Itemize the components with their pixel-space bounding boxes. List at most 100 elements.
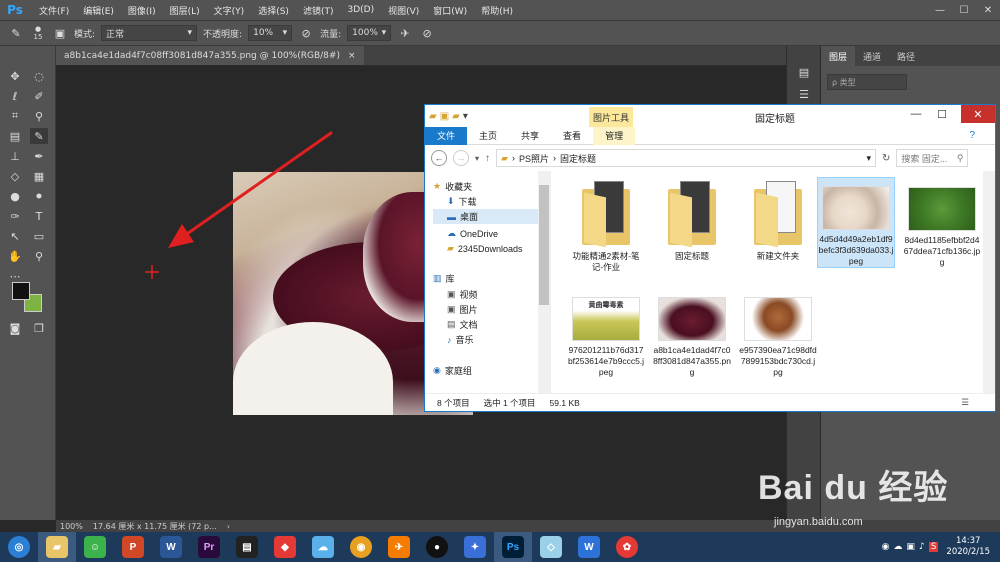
breadcrumb-current[interactable]: 固定标题 [560, 152, 596, 165]
start-button[interactable]: ◎ [0, 532, 38, 562]
minimize-button[interactable]: — [903, 105, 929, 123]
brush-tool-icon[interactable]: ✎ [30, 128, 48, 144]
menu-image[interactable]: 图像(I) [121, 4, 163, 17]
taskbar-app-cloud[interactable]: ☁ [304, 532, 342, 562]
file-item[interactable]: e957390ea71c98dfd7899153bdc730cd.jpg [739, 289, 817, 378]
file-item[interactable]: a8b1ca4e1dad4f7c08ff3081d847a355.png [653, 289, 731, 378]
app-tray-icon[interactable]: ▣ [906, 542, 915, 552]
nav-desktop[interactable]: ▬ 桌面 [433, 209, 543, 224]
file-list-scrollbar[interactable] [983, 171, 995, 393]
help-icon[interactable]: ? [969, 130, 975, 141]
taskbar-app-bird[interactable]: ✦ [456, 532, 494, 562]
file-item-selected[interactable]: 4d5d4d49a2eb1df9befc3f3d639da033.jpeg [817, 177, 895, 268]
file-item[interactable]: 固定标题 [653, 179, 731, 262]
brush-preset-icon[interactable]: ● 15 [30, 25, 46, 41]
rectangle-icon[interactable]: ▭ [30, 228, 48, 244]
document-tab[interactable]: a8b1ca4e1dad4f7c08ff3081d847a355.png @ 1… [56, 46, 364, 65]
maximize-button[interactable]: ☐ [952, 5, 976, 16]
crop-tool-icon[interactable]: ⌗ [6, 108, 24, 124]
file-item[interactable]: 新建文件夹 [739, 179, 817, 262]
close-button[interactable]: ✕ [961, 105, 995, 123]
opacity-field[interactable]: 10% ▾ [248, 25, 293, 41]
menu-help[interactable]: 帮助(H) [474, 4, 520, 17]
quick-select-icon[interactable]: ✐ [30, 88, 48, 104]
airbrush-icon[interactable]: ✈ [397, 25, 413, 41]
screen-mode-icon[interactable]: ❐ [30, 320, 48, 336]
nav-music[interactable]: ♪ 音乐 [447, 332, 474, 347]
stamp-tool-icon[interactable]: ⊥ [6, 148, 24, 164]
marquee-tool-icon[interactable]: ◌ [30, 68, 48, 84]
layer-filter-select[interactable]: ρ 类型 [827, 74, 907, 90]
volume-icon[interactable]: ♪ [919, 542, 925, 552]
file-item[interactable]: 黄曲霉毒素 976201211b76d317bf253614e7b9ccc5.j… [567, 289, 645, 378]
taskbar-app-orange[interactable]: ✈ [380, 532, 418, 562]
brush-tool-icon[interactable]: ✎ [8, 25, 24, 41]
nav-favorites[interactable]: ★ 收藏夹 [433, 179, 472, 194]
nav-scrollbar[interactable] [538, 171, 550, 393]
minimize-button[interactable]: — [928, 5, 952, 16]
taskbar-qq[interactable]: ● [418, 532, 456, 562]
chevron-down-icon[interactable]: ▾ [866, 153, 871, 164]
breadcrumb-ps-photos[interactable]: PS照片 [519, 152, 549, 165]
status-arrow-icon[interactable]: › [227, 522, 230, 531]
nav-documents[interactable]: ▤ 文档 [447, 317, 478, 332]
history-brush-icon[interactable]: ✒ [30, 148, 48, 164]
menu-file[interactable]: 文件(F) [32, 4, 76, 17]
zoom-level[interactable]: 100% [60, 522, 83, 531]
address-bar[interactable]: ▰ › PS照片 › 固定标题 ▾ [496, 149, 877, 167]
quick-mask-icon[interactable]: ◙ [6, 320, 24, 336]
nav-scrollbar-thumb[interactable] [539, 185, 549, 305]
blur-icon[interactable]: ● [6, 188, 24, 204]
nav-videos[interactable]: ▣ 视频 [447, 287, 478, 302]
pressure-size-icon[interactable]: ⊘ [419, 25, 435, 41]
move-tool-icon[interactable]: ✥ [6, 68, 24, 84]
ribbon-tab-share[interactable]: 共享 [509, 127, 551, 145]
menu-type[interactable]: 文字(Y) [207, 4, 252, 17]
properties-panel-icon[interactable]: ☰ [795, 86, 813, 102]
close-button[interactable]: ✕ [976, 5, 1000, 16]
taskbar-explorer[interactable]: ▰ [38, 532, 76, 562]
lasso-tool-icon[interactable]: ℓ [6, 88, 24, 104]
refresh-icon[interactable]: ↻ [882, 153, 890, 164]
nav-2345downloads[interactable]: ▰ 2345Downloads [447, 241, 522, 256]
menu-view[interactable]: 视图(V) [381, 4, 426, 17]
eyedropper-icon[interactable]: ⚲ [30, 108, 48, 124]
properties-icon[interactable]: ▣ [440, 111, 449, 122]
taskbar-word[interactable]: W [152, 532, 190, 562]
taskbar-app-red[interactable]: ◆ [266, 532, 304, 562]
dodge-icon[interactable]: ⚫ [30, 188, 48, 204]
details-view-icon[interactable]: ☰ [961, 397, 969, 408]
cloud-icon[interactable]: ☁ [893, 542, 902, 552]
foreground-color[interactable] [12, 282, 30, 300]
nav-onedrive[interactable]: ☁ OneDrive [447, 226, 498, 241]
back-icon[interactable]: ← [431, 150, 447, 166]
eraser-icon[interactable]: ◇ [6, 168, 24, 184]
menu-layer[interactable]: 图层(L) [163, 4, 207, 17]
taskbar-powerpoint[interactable]: P [114, 532, 152, 562]
input-method-icon[interactable]: S [928, 542, 939, 552]
path-select-icon[interactable]: ↖ [6, 228, 24, 244]
ribbon-tab-home[interactable]: 主页 [467, 127, 509, 145]
hand-icon[interactable]: ✋ [6, 248, 24, 264]
tab-channels[interactable]: 通道 [855, 50, 889, 63]
recent-locations-icon[interactable]: ▾ [475, 154, 479, 163]
menu-window[interactable]: 窗口(W) [426, 4, 474, 17]
pen-icon[interactable]: ✑ [6, 208, 24, 224]
nav-downloads[interactable]: ⬇ 下载 [447, 194, 477, 209]
taskbar-video-editor[interactable]: ▤ [228, 532, 266, 562]
close-icon[interactable]: × [348, 51, 356, 61]
type-tool-icon[interactable]: T [30, 208, 48, 224]
file-item[interactable]: 功能精通2素材-笔记-作业 [567, 179, 645, 273]
new-folder-icon[interactable]: ▰ [452, 111, 460, 122]
chevron-down-icon[interactable]: ▾ [463, 111, 468, 122]
zoom-icon[interactable]: ⚲ [30, 248, 48, 264]
menu-3d[interactable]: 3D(D) [340, 5, 381, 15]
gradient-icon[interactable]: ▦ [30, 168, 48, 184]
nav-library[interactable]: ▥ 库 [433, 271, 455, 286]
taskbar-photoshop[interactable]: Ps [494, 532, 532, 562]
taskbar-chrome[interactable]: ◉ [342, 532, 380, 562]
history-panel-icon[interactable]: ▤ [795, 64, 813, 80]
ribbon-tab-view[interactable]: 查看 [551, 127, 593, 145]
menu-select[interactable]: 选择(S) [251, 4, 296, 17]
taskbar-app-glass[interactable]: ◇ [532, 532, 570, 562]
